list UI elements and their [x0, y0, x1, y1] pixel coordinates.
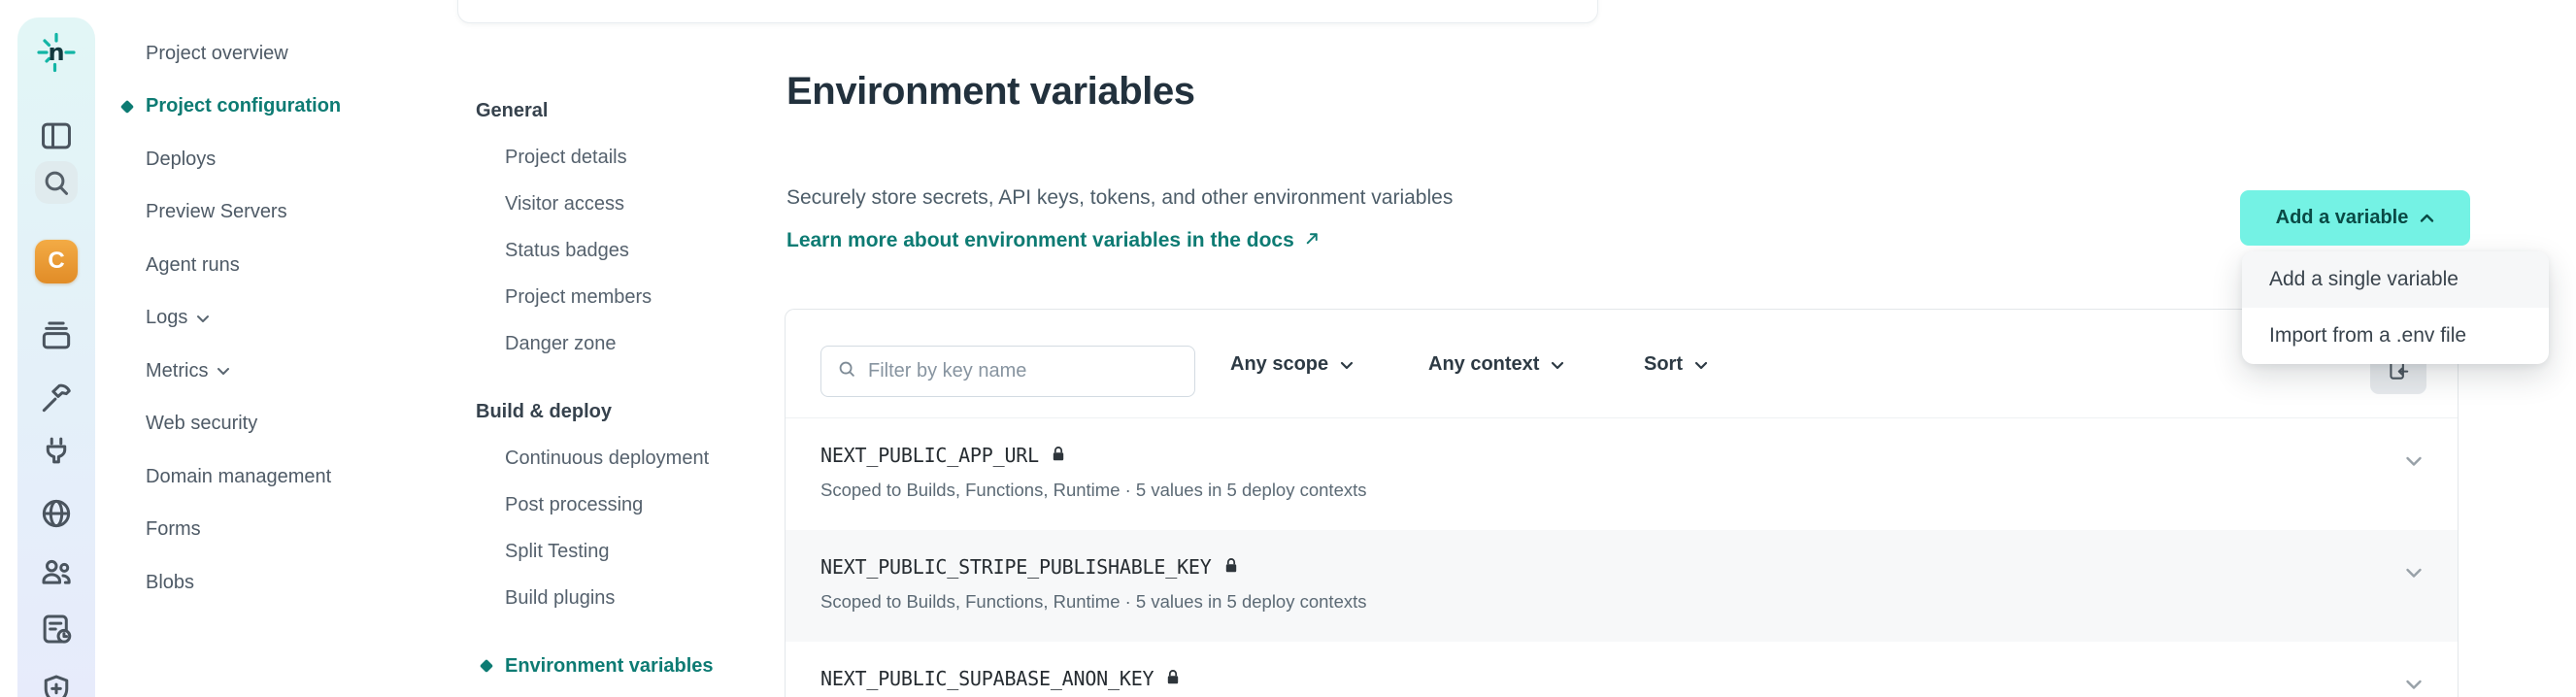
lock-icon — [1165, 667, 1181, 690]
scope-filter-dropdown[interactable]: Any scope — [1230, 310, 1354, 418]
env-variables-card: Any scope Any context Sort — [785, 309, 2459, 697]
nav-item-metrics[interactable]: Metrics — [146, 345, 456, 398]
panel-toggle-icon[interactable] — [35, 115, 78, 157]
subnav-header-general: General — [476, 99, 549, 121]
chevron-down-icon — [1694, 353, 1708, 376]
members-people-icon[interactable] — [35, 550, 78, 593]
lock-icon — [1051, 444, 1066, 467]
filter-search — [820, 346, 1195, 397]
primary-nav: Project overview Project configuration D… — [119, 27, 456, 610]
menu-item-import-env-file[interactable]: Import from a .env file — [2242, 308, 2549, 364]
env-var-details: Scoped to Builds, Functions, Runtime · 5… — [820, 591, 1367, 612]
chevron-down-icon — [1551, 353, 1564, 376]
chevron-up-icon — [2420, 207, 2434, 229]
active-diamond-icon — [119, 99, 135, 114]
security-shield-plus-icon[interactable] — [35, 669, 78, 697]
active-diamond-icon — [479, 658, 494, 674]
svg-text:n: n — [48, 39, 64, 66]
nav-item-project-configuration[interactable]: Project configuration — [119, 81, 456, 134]
add-variable-menu: Add a single variable Import from a .env… — [2242, 251, 2549, 364]
subnav-header-build-deploy: Build & deploy — [476, 400, 612, 422]
subnav-item-danger-zone[interactable]: Danger zone — [505, 320, 796, 367]
env-var-key: NEXT_PUBLIC_APP_URL — [820, 444, 1039, 467]
subnav-item-visitor-access[interactable]: Visitor access — [505, 181, 796, 227]
add-variable-button[interactable]: Add a variable — [2240, 190, 2470, 246]
nav-item-forms[interactable]: Forms — [146, 504, 456, 557]
context-filter-dropdown[interactable]: Any context — [1428, 310, 1564, 418]
deploys-stack-icon[interactable] — [35, 315, 78, 357]
env-var-key: NEXT_PUBLIC_STRIPE_PUBLISHABLE_KEY — [820, 555, 1212, 579]
chevron-down-icon[interactable] — [2399, 561, 2428, 584]
nav-item-domain-management[interactable]: Domain management — [146, 450, 456, 504]
external-arrow-icon — [1304, 229, 1321, 252]
netlify-logo-icon[interactable]: n — [35, 31, 78, 74]
filter-toolbar: Any scope Any context Sort — [786, 310, 2458, 418]
chevron-down-icon — [1340, 353, 1354, 376]
page-title: Environment variables — [786, 70, 1195, 113]
env-var-row[interactable]: NEXT_PUBLIC_APP_URL Scoped to Builds, Fu… — [786, 418, 2458, 530]
chevron-down-icon[interactable] — [2399, 449, 2428, 473]
filter-key-input[interactable] — [868, 347, 1194, 396]
subnav-item-split-testing[interactable]: Split Testing — [505, 528, 796, 575]
icon-rail: n C — [17, 17, 95, 697]
subnav-item-status-badges[interactable]: Status badges — [505, 227, 796, 274]
build-hammer-icon[interactable] — [35, 377, 78, 419]
domains-globe-icon[interactable] — [35, 492, 78, 535]
subnav-item-post-processing[interactable]: Post processing — [505, 481, 796, 528]
app-window: n C Project overview Project configurati… — [0, 0, 2576, 697]
functions-plug-icon[interactable] — [35, 431, 78, 474]
nav-item-preview-servers[interactable]: Preview Servers — [146, 186, 456, 240]
chevron-down-icon[interactable] — [2399, 673, 2428, 696]
c-badge-icon[interactable]: C — [35, 239, 78, 283]
nav-item-agent-runs[interactable]: Agent runs — [146, 239, 456, 292]
top-command-bar[interactable] — [457, 0, 1598, 23]
subnav-item-environment-variables[interactable]: Environment variables — [479, 643, 796, 689]
chevron-down-icon — [217, 366, 230, 376]
search-icon[interactable] — [35, 161, 78, 204]
env-var-details: Scoped to Builds, Functions, Runtime · 5… — [820, 480, 1367, 500]
subnav-item-build-plugins[interactable]: Build plugins — [505, 575, 796, 621]
docs-link[interactable]: Learn more about environment variables i… — [786, 229, 1321, 252]
settings-subnav: General Project details Visitor access S… — [476, 87, 796, 689]
nav-item-web-security[interactable]: Web security — [146, 398, 456, 451]
search-icon — [836, 358, 857, 384]
env-var-key: NEXT_PUBLIC_SUPABASE_ANON_KEY — [820, 667, 1154, 690]
menu-item-add-single-variable[interactable]: Add a single variable — [2242, 251, 2549, 308]
forms-doc-clock-icon[interactable] — [35, 608, 78, 650]
subnav-item-project-details[interactable]: Project details — [505, 134, 796, 181]
env-var-row[interactable]: NEXT_PUBLIC_SUPABASE_ANON_KEY Scoped to … — [786, 642, 2458, 697]
subnav-item-project-members[interactable]: Project members — [505, 274, 796, 320]
subnav-item-continuous-deployment[interactable]: Continuous deployment — [505, 435, 796, 481]
nav-item-project-overview[interactable]: Project overview — [146, 27, 456, 81]
chevron-down-icon — [196, 314, 210, 323]
nav-item-logs[interactable]: Logs — [146, 292, 456, 346]
env-var-row[interactable]: NEXT_PUBLIC_STRIPE_PUBLISHABLE_KEY Scope… — [786, 530, 2458, 642]
lock-icon — [1223, 555, 1239, 579]
page-description: Securely store secrets, API keys, tokens… — [786, 186, 1454, 209]
sort-dropdown[interactable]: Sort — [1644, 310, 1708, 418]
nav-item-blobs[interactable]: Blobs — [146, 556, 456, 610]
nav-item-deploys[interactable]: Deploys — [146, 133, 456, 186]
c-badge-letter: C — [35, 239, 78, 283]
